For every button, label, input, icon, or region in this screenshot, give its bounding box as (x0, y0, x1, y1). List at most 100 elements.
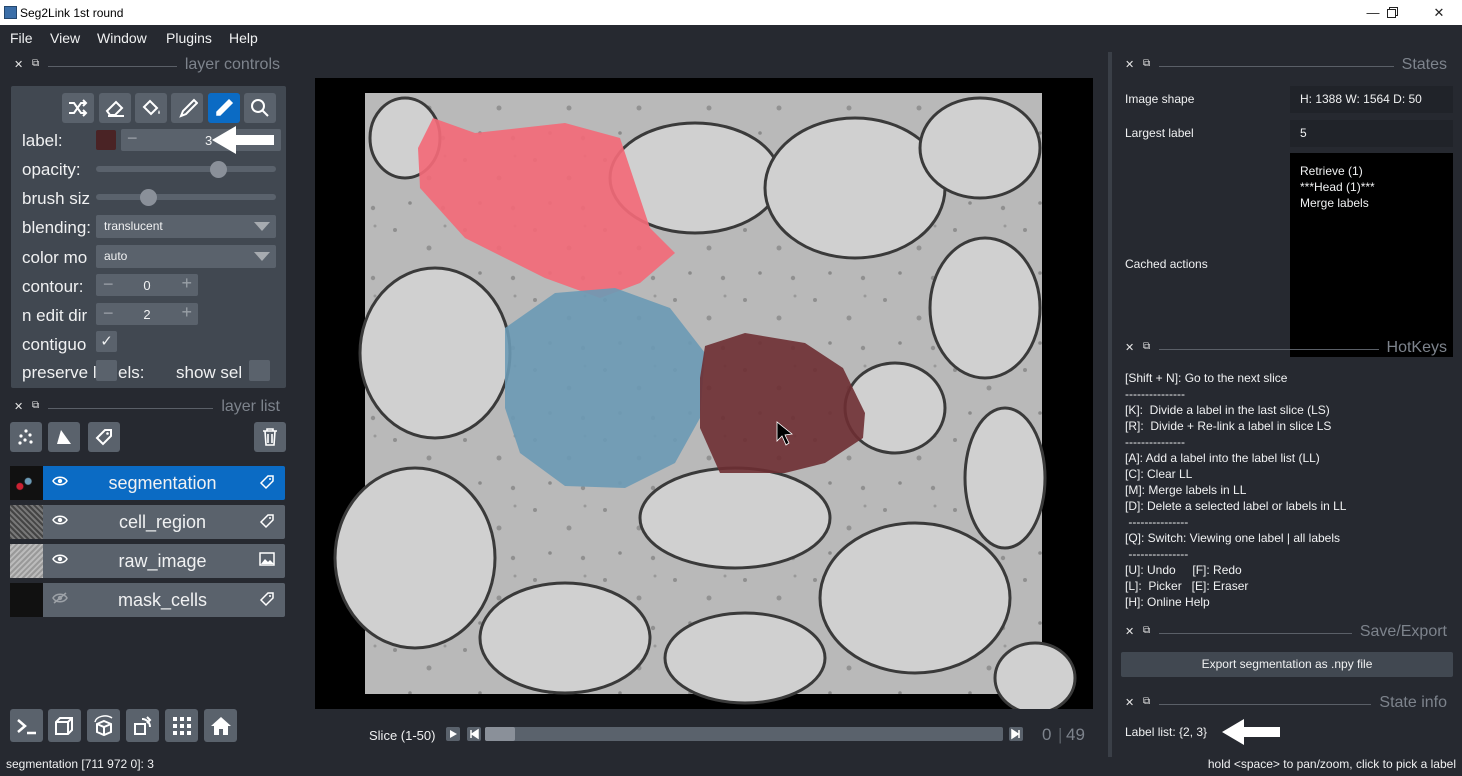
picker-button[interactable] (208, 93, 240, 123)
show-selected-checkbox[interactable] (249, 360, 270, 381)
n-edit-dim-spinbox[interactable]: − 2 + (96, 302, 198, 325)
skip-start-icon (470, 728, 479, 740)
decrement-icon[interactable]: − (127, 128, 138, 149)
eye-icon[interactable] (52, 513, 68, 530)
play-icon (450, 730, 457, 738)
hotkey-line: [M]: Merge labels in LL (1125, 483, 1247, 497)
new-shapes-button[interactable] (48, 422, 80, 452)
tag-icon (95, 429, 112, 446)
close-dock-icon[interactable]: ✕ (1125, 696, 1134, 709)
close-dock-icon[interactable]: ✕ (14, 400, 23, 413)
hotkey-line: [Shift + N]: Go to the next slice (1125, 371, 1288, 385)
eyedropper-icon (216, 98, 234, 116)
float-dock-icon[interactable]: ⧉ (1143, 625, 1150, 636)
hotkey-line: --------------- (1125, 435, 1185, 449)
new-labels-button[interactable] (88, 422, 120, 452)
layer-controls-panel: label: − 3 opacity: brush siz blending: … (11, 86, 286, 388)
contour-caption: contour: (22, 277, 84, 296)
export-segmentation-button[interactable]: Export segmentation as .npy file (1121, 652, 1453, 677)
layer-row-segmentation[interactable]: segmentation (10, 466, 285, 500)
polygon-icon (57, 430, 71, 444)
preserve-labels-suffix: els: (118, 363, 145, 382)
close-dock-icon[interactable]: ✕ (1125, 341, 1134, 354)
preserve-labels-checkbox[interactable] (96, 360, 117, 381)
label-color-swatch[interactable] (96, 130, 116, 150)
window-title: Seg2Link 1st round (20, 6, 124, 20)
close-dock-icon[interactable]: ✕ (14, 58, 23, 71)
close-dock-icon[interactable]: ✕ (1125, 625, 1134, 638)
states-header: ✕ ⧉ States (1125, 56, 1447, 74)
show-selected-caption: show sel (176, 363, 243, 382)
contour-spinbox[interactable]: − 0 + (96, 273, 198, 296)
shuffle-colors-button[interactable] (62, 93, 94, 123)
float-dock-icon[interactable]: ⧉ (32, 400, 39, 411)
dropdown-arrow-icon (254, 222, 270, 231)
eraser-button[interactable] (99, 93, 131, 123)
current-slice: 0 (1042, 725, 1052, 744)
hotkey-line: [D]: Delete a selected label or labels i… (1125, 499, 1347, 513)
layer-row-cell-region[interactable]: cell_region (10, 505, 285, 539)
arrow-annotation-icon (212, 126, 274, 154)
image-shape-value: H: 1388 W: 1564 D: 50 (1290, 86, 1453, 113)
opacity-slider-handle[interactable] (210, 161, 227, 178)
slice-slider-handle[interactable] (485, 727, 515, 741)
layer-thumbnail (10, 466, 43, 500)
preserve-labels-caption: preserve l (22, 363, 97, 382)
fill-button[interactable] (135, 93, 167, 123)
layer-controls-header: ✕ ⧉ layer controls (14, 56, 280, 74)
color-mode-dropdown[interactable]: auto (96, 245, 276, 268)
increment-icon[interactable]: + (181, 302, 192, 323)
float-dock-icon[interactable]: ⧉ (1143, 341, 1150, 352)
label-segment-blue (505, 288, 705, 488)
eye-icon[interactable] (52, 474, 68, 491)
float-dock-icon[interactable]: ⧉ (1143, 58, 1150, 69)
play-button[interactable] (446, 727, 460, 741)
image-shape-caption: Image shape (1125, 92, 1195, 106)
layer-thumbnail (10, 583, 43, 617)
new-points-button[interactable] (10, 422, 42, 452)
brush-size-slider-handle[interactable] (140, 189, 157, 206)
hotkeys-header: ✕ ⧉ HotKeys (1125, 339, 1447, 357)
menu-view[interactable]: View (50, 30, 80, 46)
menu-bar: File View Window Plugins Help (0, 25, 1462, 50)
layer-row-raw-image[interactable]: raw_image (10, 544, 285, 578)
menu-window[interactable]: Window (97, 30, 147, 46)
increment-icon[interactable]: + (181, 273, 192, 294)
menu-file[interactable]: File (10, 30, 33, 46)
slice-slider[interactable] (485, 727, 1003, 741)
cached-actions-list: Retrieve (1) ***Head (1)*** Merge labels (1290, 153, 1453, 357)
layer-name: cell_region (118, 512, 207, 532)
eye-off-icon[interactable] (52, 591, 68, 608)
viewer-canvas[interactable] (315, 78, 1093, 715)
layer-name: raw_image (118, 551, 207, 571)
largest-label-value: 5 (1290, 120, 1453, 147)
close-dock-icon[interactable]: ✕ (1125, 58, 1134, 71)
close-button[interactable]: ✕ (1424, 3, 1454, 23)
hotkey-line: [Q]: Switch: Viewing one label | all lab… (1125, 531, 1341, 545)
first-slice-button[interactable] (467, 727, 481, 741)
layer-name: segmentation (108, 473, 217, 493)
eye-icon[interactable] (52, 552, 68, 569)
total-slices: 49 (1066, 725, 1085, 744)
layer-row-mask-cells[interactable]: mask_cells (10, 583, 285, 617)
opacity-slider[interactable] (96, 161, 276, 178)
contiguous-caption: contiguo (22, 335, 87, 354)
brush-size-slider[interactable] (96, 189, 276, 206)
pan-zoom-button[interactable] (244, 93, 276, 123)
layer-name: mask_cells (117, 590, 208, 610)
maximize-button[interactable] (1377, 3, 1407, 23)
contiguous-checkbox[interactable]: ✓ (96, 331, 117, 352)
trash-icon (263, 428, 277, 446)
paint-button[interactable] (171, 93, 203, 123)
last-slice-button[interactable] (1009, 727, 1023, 741)
largest-label-caption: Largest label (1125, 126, 1194, 140)
delete-layer-button[interactable] (254, 422, 286, 452)
menu-plugins[interactable]: Plugins (166, 30, 212, 46)
segmentation-image[interactable] (315, 78, 1093, 715)
float-dock-icon[interactable]: ⧉ (32, 58, 39, 69)
menu-help[interactable]: Help (229, 30, 258, 46)
blending-dropdown[interactable]: translucent (96, 215, 276, 238)
tag-icon (259, 474, 275, 493)
float-dock-icon[interactable]: ⧉ (1143, 696, 1150, 707)
dock-splitter[interactable] (1108, 52, 1112, 757)
